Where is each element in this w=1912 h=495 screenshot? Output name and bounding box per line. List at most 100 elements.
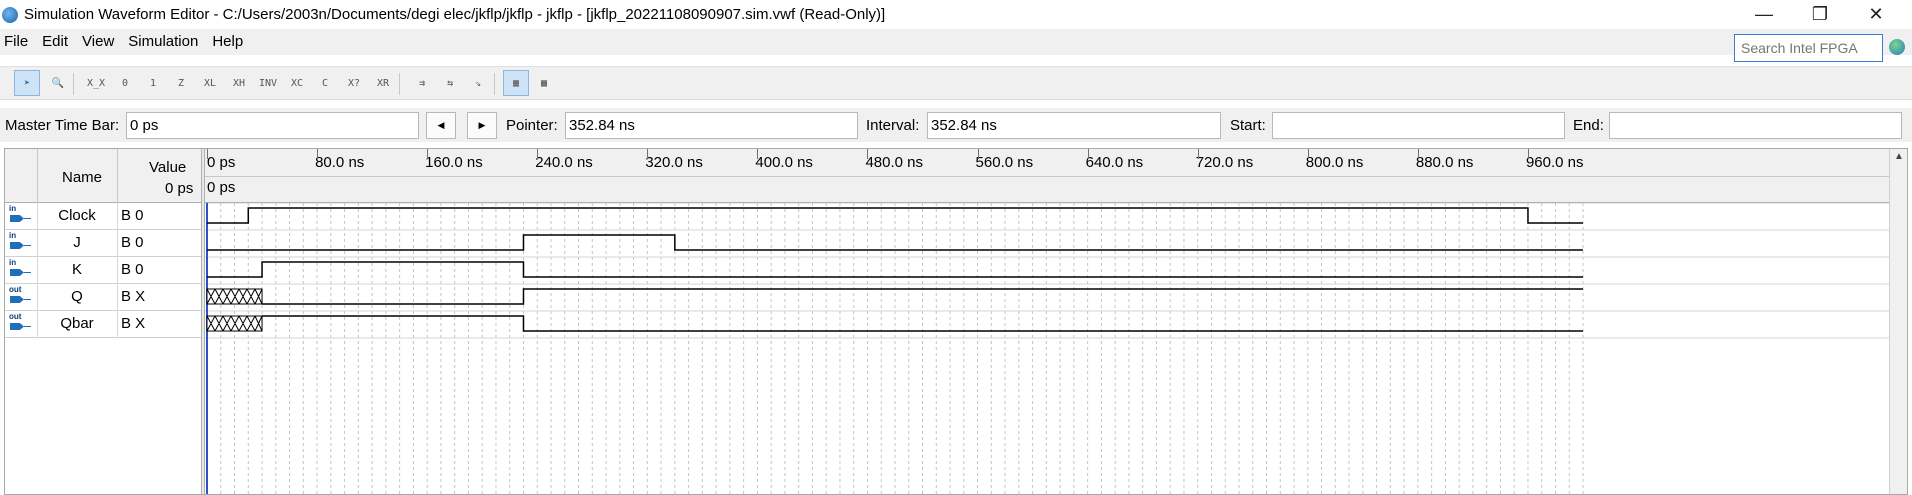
force-high-button[interactable]: 1: [140, 70, 166, 96]
pin-direction-label: in: [9, 231, 17, 240]
maximize-button[interactable]: ❐: [1792, 0, 1848, 29]
time-tick-mark: [757, 149, 759, 159]
value-column-header[interactable]: Value: [149, 159, 186, 176]
pin-direction-label: out: [9, 312, 22, 321]
time-tick-mark: [1307, 149, 1309, 159]
time-tick-mark: [207, 149, 208, 159]
pointer-field: 352.84 ns: [565, 112, 858, 139]
pin-direction-label: out: [9, 285, 22, 294]
clock-value-button[interactable]: C: [312, 70, 338, 96]
invert-button[interactable]: INV: [255, 70, 281, 96]
time-tick-label: 0 ps: [207, 154, 236, 171]
weak-low-icon: XL: [203, 77, 217, 89]
menu-simulation[interactable]: Simulation: [121, 29, 205, 55]
input-pin-icon: in: [8, 204, 32, 227]
time-tick-mark: [427, 149, 429, 159]
signal-row-q[interactable]: out Q B X: [5, 284, 201, 311]
time-tick-mark: [977, 149, 979, 159]
count-value-button[interactable]: XC: [284, 70, 310, 96]
signal-value: B 0: [121, 234, 144, 251]
signal-row-qbar[interactable]: out Qbar B X: [5, 311, 201, 338]
end-label: End:: [1573, 117, 1604, 134]
waveform-view-icon: ▦: [512, 77, 520, 89]
time-tick-label: 720.0 ns: [1195, 154, 1254, 171]
signal-name: J: [73, 234, 81, 251]
master-time-bar-label: Master Time Bar:: [5, 117, 120, 134]
signal-name: Clock: [58, 207, 96, 224]
zoom-button[interactable]: 🔍: [45, 70, 71, 96]
next-transition-button[interactable]: ▶: [467, 112, 497, 139]
toolbar-separator: [494, 73, 495, 95]
time-tick-label: 160.0 ns: [425, 154, 483, 171]
selection-arrow-button[interactable]: ➤: [14, 70, 40, 96]
unknown-value-button[interactable]: X̲X: [83, 70, 109, 96]
signal-list-header: Name Value 0 ps: [5, 149, 201, 203]
time-tick-mark: [647, 149, 649, 159]
random-value-button[interactable]: XR: [370, 70, 396, 96]
snap-to-grid-button[interactable]: ⇉: [409, 70, 435, 96]
time-tick-mark: [1527, 149, 1529, 159]
name-column-header[interactable]: Name: [45, 169, 119, 186]
waveform-graph[interactable]: [205, 203, 1889, 494]
menu-help[interactable]: Help: [205, 29, 250, 55]
master-time-bar-field[interactable]: 0 ps: [126, 112, 419, 139]
output-pin-icon: out: [8, 312, 32, 335]
time-tick-mark: [317, 149, 319, 159]
weak-high-icon: XH: [232, 77, 246, 89]
grid-button[interactable]: ⇘: [465, 70, 491, 96]
time-tick-mark: [1197, 149, 1199, 159]
signal-row-clock[interactable]: in Clock B 0: [5, 203, 201, 230]
time-tick-mark: [537, 149, 539, 159]
sort-button[interactable]: ⇆: [437, 70, 463, 96]
vertical-scrollbar[interactable]: ▲: [1889, 149, 1907, 494]
previous-transition-button[interactable]: ◀: [426, 112, 456, 139]
force-high-icon: 1: [149, 77, 157, 89]
signal-value: B 0: [121, 261, 144, 278]
quartus-app-icon: [2, 6, 18, 23]
high-impedance-icon: Z: [177, 77, 185, 89]
snap-to-grid-icon: ⇉: [418, 77, 426, 89]
arbitrary-value-button[interactable]: X?: [341, 70, 367, 96]
weak-low-button[interactable]: XL: [197, 70, 223, 96]
menu-view[interactable]: View: [75, 29, 121, 55]
clock-value-icon: C: [321, 77, 329, 89]
force-low-icon: 0: [121, 77, 129, 89]
unknown-value-icon: X̲X: [86, 77, 106, 89]
globe-icon[interactable]: [1889, 39, 1905, 55]
waveform-panel: Name Value 0 ps in Clock B 0 in J B 0 in K B 0 ou…: [4, 148, 1908, 495]
minimize-button[interactable]: —: [1736, 0, 1792, 29]
time-tick-label: 400.0 ns: [755, 154, 813, 171]
waveform-view-button[interactable]: ▦: [503, 70, 529, 96]
close-button[interactable]: ✕: [1848, 0, 1904, 29]
high-impedance-button[interactable]: Z: [168, 70, 194, 96]
time-tick-mark: [1087, 149, 1089, 159]
force-low-button[interactable]: 0: [112, 70, 138, 96]
menu-edit[interactable]: Edit: [35, 29, 75, 55]
scroll-up-icon[interactable]: ▲: [1894, 151, 1904, 162]
input-pin-icon: in: [8, 231, 32, 254]
signal-name: K: [71, 261, 82, 278]
tabular-view-button[interactable]: ▩: [531, 70, 557, 96]
input-pin-icon: in: [8, 258, 32, 281]
signal-row-j[interactable]: in J B 0: [5, 230, 201, 257]
waveform-canvas[interactable]: [205, 203, 1889, 494]
menu-file[interactable]: File: [0, 29, 35, 55]
time-tick-label: 560.0 ns: [975, 154, 1034, 171]
value-time-label: 0 ps: [165, 180, 194, 197]
arbitrary-value-icon: X?: [347, 77, 361, 89]
time-tick-mark: [1417, 149, 1419, 159]
search-input[interactable]: [1734, 34, 1883, 62]
weak-high-button[interactable]: XH: [226, 70, 252, 96]
time-ruler[interactable]: 0 ps 80.0 ns 160.0 ns 240.0 ns 320.0 ns 400.0…: [205, 149, 1889, 177]
time-tick-label: 480.0 ns: [865, 154, 924, 171]
signal-row-k[interactable]: in K B 0: [5, 257, 201, 284]
end-field[interactable]: [1609, 112, 1902, 139]
time-tick-label: 880.0 ns: [1415, 154, 1474, 171]
pin-direction-label: in: [9, 258, 17, 267]
selection-arrow-icon: ➤: [23, 77, 31, 89]
start-field[interactable]: [1272, 112, 1565, 139]
time-tick-label: 960.0 ns: [1525, 154, 1584, 171]
signal-name: Q: [71, 288, 83, 305]
toolbar: ➤ 🔍 X̲X 0 1 Z XL XH INV XC C X? XR ⇉ ⇆ ⇘ ▦ ▩: [0, 66, 1912, 100]
time-tick-label: 320.0 ns: [645, 154, 703, 171]
